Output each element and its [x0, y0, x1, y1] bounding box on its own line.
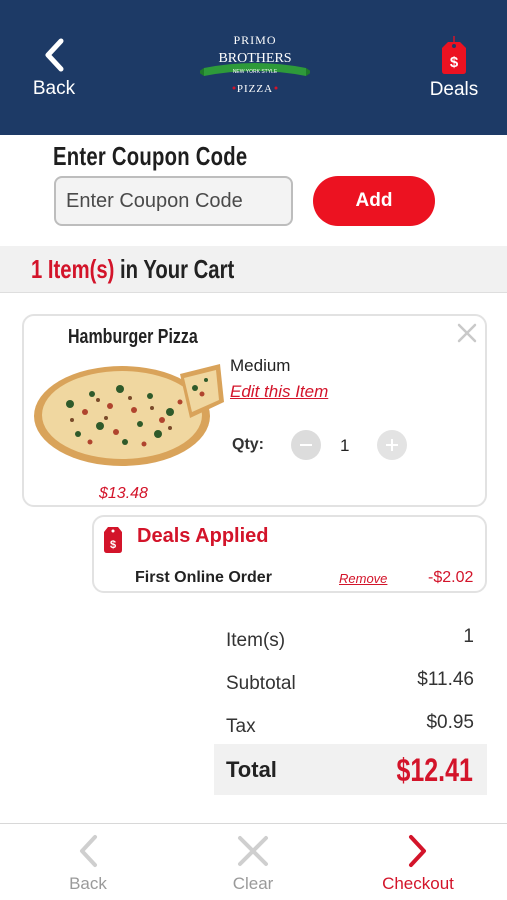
summary-subtotal-row: Subtotal $11.46 [226, 669, 474, 695]
summary-tax-label: Tax [226, 716, 256, 737]
qty-value: 1 [340, 436, 350, 455]
cart-header: 1 Item(s) in Your Cart [0, 246, 507, 293]
deal-name: First Online Order [135, 569, 272, 586]
bottom-clear-button[interactable]: Clear [203, 834, 303, 894]
deals-applied-card: $ Deals Applied First Online Order Remov… [92, 515, 487, 593]
close-icon[interactable] [456, 322, 478, 344]
item-size: Medium [230, 356, 291, 375]
coupon-code-input[interactable] [54, 176, 293, 226]
summary-items-label: Item(s) [226, 630, 286, 651]
item-name: Hamburger Pizza [68, 326, 198, 348]
close-icon [238, 836, 268, 866]
svg-text:NEW YORK STYLE: NEW YORK STYLE [233, 69, 278, 75]
svg-text:$: $ [110, 539, 116, 551]
bottom-checkout-label: Checkout [382, 874, 454, 893]
chevron-right-icon [409, 835, 426, 867]
header-back-label: Back [32, 78, 76, 99]
total-label: Total [226, 757, 277, 782]
pizza-image [34, 364, 224, 466]
bottom-nav: Back Clear Checkout [0, 823, 507, 900]
bottom-back-button[interactable]: Back [38, 834, 138, 894]
bottom-clear-label: Clear [232, 874, 274, 893]
qty-decrease-button[interactable] [291, 430, 321, 460]
primo-brothers-logo: PRIMO BROTHERS NEW YORK STYLE PIZZA [200, 33, 310, 95]
coupon-title: Enter Coupon Code [53, 141, 248, 171]
summary-subtotal-value: $11.46 [417, 669, 474, 690]
cart-title-suffix: in Your Cart [120, 254, 235, 284]
qty-label: Qty: [232, 436, 264, 453]
cart-item-card: Hamburger Pizza Medium Edit this Item Qt… [22, 314, 487, 507]
summary-items-value: 1 [463, 626, 474, 647]
total-value: $12.41 [396, 752, 473, 788]
deals-applied-title: Deals Applied [137, 525, 269, 547]
item-price: $13.48 [99, 485, 148, 502]
remove-deal-link[interactable]: Remove [339, 571, 387, 586]
edit-item-link[interactable]: Edit this Item [230, 382, 328, 402]
svg-text:PIZZA: PIZZA [237, 83, 273, 95]
summary-items-row: Item(s) 1 [226, 626, 474, 652]
summary-tax-row: Tax $0.95 [226, 712, 474, 738]
minus-icon [300, 444, 312, 446]
app-header: Back PRIMO BROTHERS NEW YORK STYLE PIZZA… [0, 0, 507, 135]
cart-item-count: 1 Item(s) [31, 254, 115, 284]
svg-text:$: $ [450, 54, 459, 71]
deal-amount: -$2.02 [428, 569, 474, 586]
chevron-left-icon [80, 835, 97, 867]
header-back-button[interactable]: Back [22, 38, 86, 100]
svg-text:PRIMO: PRIMO [233, 33, 276, 47]
chevron-left-icon [45, 38, 64, 72]
price-tag-icon: $ [104, 527, 122, 553]
plus-icon [386, 439, 398, 451]
summary-total-row: Total $12.41 [214, 744, 487, 795]
header-deals-label: Deals [429, 79, 479, 100]
price-tag-icon: $ [442, 36, 466, 74]
add-coupon-button[interactable]: Add [313, 176, 435, 226]
summary-tax-value: $0.95 [426, 712, 474, 733]
qty-increase-button[interactable] [377, 430, 407, 460]
bottom-back-label: Back [69, 874, 107, 893]
cart-title: 1 Item(s) in Your Cart [31, 254, 234, 285]
header-deals-button[interactable]: $ Deals [424, 36, 484, 101]
summary-subtotal-label: Subtotal [226, 673, 296, 694]
bottom-checkout-button[interactable]: Checkout [368, 834, 468, 894]
